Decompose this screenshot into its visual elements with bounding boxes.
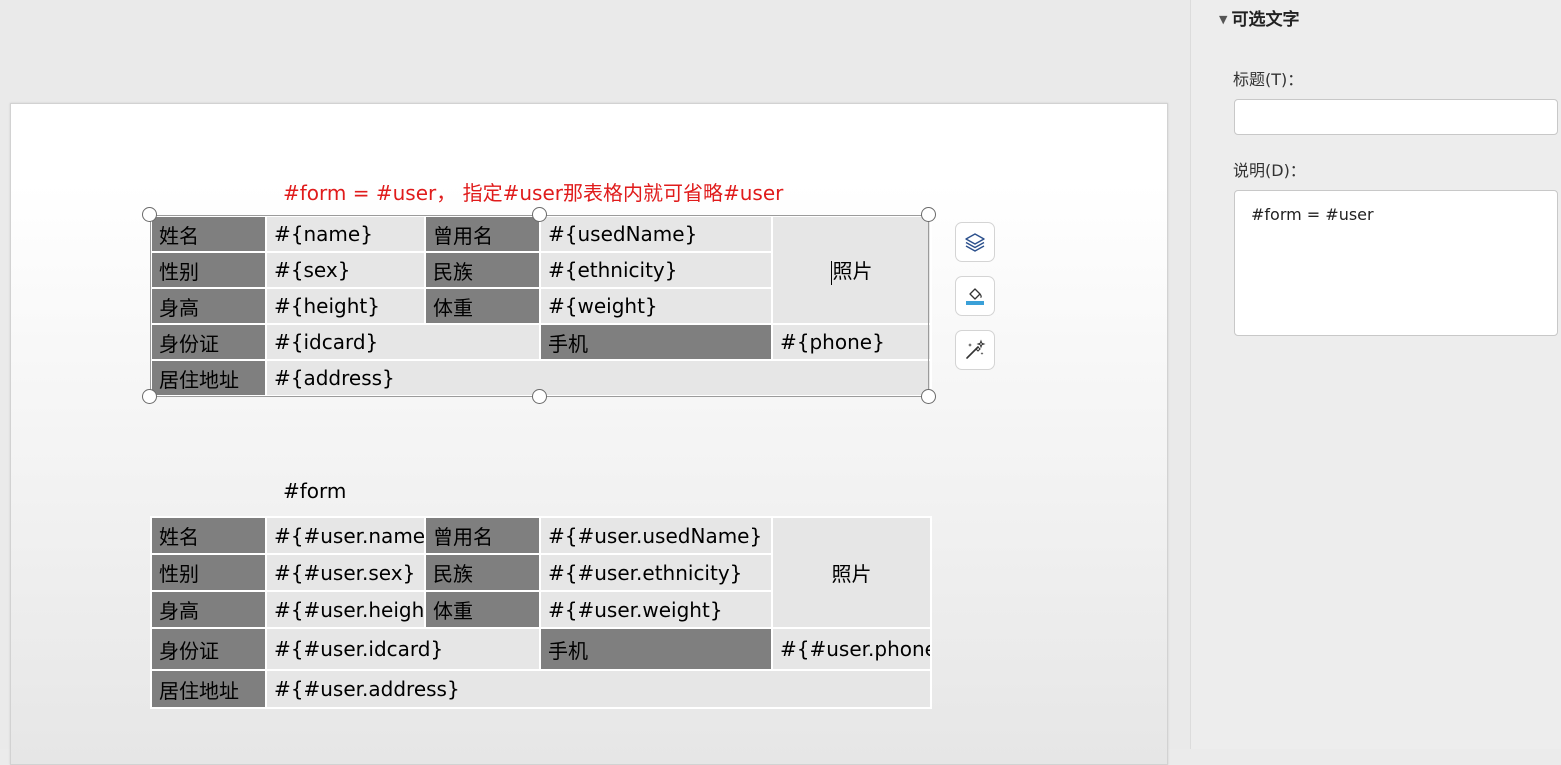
table-value-cell[interactable]: #{idcard} xyxy=(265,323,541,361)
description-textarea[interactable]: #form = #user xyxy=(1234,190,1558,336)
alt-text-panel: ▼ 可选文字 标题(T)： 说明(D)： #form = #user xyxy=(1190,0,1561,749)
document-canvas: #form = #user， 指定#user那表格内就可省略#user 姓名 #… xyxy=(0,0,1190,765)
table-value-cell[interactable]: #{#user.weight} xyxy=(539,590,773,629)
table-value-cell[interactable]: #{height} xyxy=(265,287,426,325)
table-value-cell[interactable]: #{#user.address} xyxy=(265,669,932,709)
table-label-cell[interactable]: 体重 xyxy=(424,287,541,325)
table-value-cell[interactable]: #{#user.sex} xyxy=(265,553,426,592)
table-label-cell[interactable]: 居住地址 xyxy=(150,359,267,397)
table-label-cell[interactable]: 体重 xyxy=(424,590,541,629)
table-value-cell[interactable]: #{ethnicity} xyxy=(539,251,773,289)
table-label-cell[interactable]: 居住地址 xyxy=(150,669,267,709)
user-form-table-selected[interactable]: 姓名 #{name} 曾用名 #{usedName} 照片 性别 #{sex} … xyxy=(150,215,932,397)
table-label-cell[interactable]: 身份证 xyxy=(150,627,267,671)
title-field-label: 标题(T)： xyxy=(1233,70,1304,89)
table-value-cell[interactable]: #{name} xyxy=(265,215,426,253)
table2-caption: #form xyxy=(283,479,347,503)
table-label-cell[interactable]: 曾用名 xyxy=(424,215,541,253)
resize-handle-bottom-right[interactable] xyxy=(921,389,936,404)
table-label-cell[interactable]: 手机 xyxy=(539,627,773,671)
table-label-cell[interactable]: 姓名 xyxy=(150,215,267,253)
table-value-cell[interactable]: #{#user.usedName} xyxy=(539,516,773,555)
table1-caption: #form = #user， 指定#user那表格内就可省略#user xyxy=(283,181,784,205)
description-field-label: 说明(D)： xyxy=(1233,161,1306,180)
resize-handle-top[interactable] xyxy=(532,207,547,222)
title-input[interactable] xyxy=(1234,99,1558,135)
resize-handle-bottom-left[interactable] xyxy=(142,389,157,404)
table-value-cell[interactable]: #{sex} xyxy=(265,251,426,289)
fill-color-icon xyxy=(966,288,984,305)
table-value-cell[interactable]: #{weight} xyxy=(539,287,773,325)
text-cursor xyxy=(830,260,832,285)
photo-cell[interactable]: 照片 xyxy=(771,215,932,325)
table-value-cell[interactable]: #{#user.idcard} xyxy=(265,627,541,671)
fill-color-button[interactable] xyxy=(955,276,995,316)
layout-options-button[interactable] xyxy=(955,222,995,262)
collapse-triangle-icon[interactable]: ▼ xyxy=(1219,13,1227,26)
photo-label: 照片 xyxy=(832,259,873,284)
table-label-cell[interactable]: 性别 xyxy=(150,251,267,289)
table-label-cell[interactable]: 身高 xyxy=(150,590,267,629)
table-value-cell[interactable]: #{address} xyxy=(265,359,932,397)
table-value-cell[interactable]: #{usedName} xyxy=(539,215,773,253)
photo-cell[interactable]: 照片 xyxy=(771,516,932,629)
magic-wand-icon xyxy=(966,339,986,359)
table-label-cell[interactable]: 性别 xyxy=(150,553,267,592)
table-label-cell[interactable]: 身份证 xyxy=(150,323,267,361)
table-value-cell[interactable]: #{#user.name} xyxy=(265,516,426,555)
layers-icon xyxy=(965,233,985,252)
table-label-cell[interactable]: 手机 xyxy=(539,323,773,361)
alt-text-section-header[interactable]: ▼ 可选文字 xyxy=(1219,5,1299,30)
resize-handle-top-right[interactable] xyxy=(921,207,936,222)
design-ideas-button[interactable] xyxy=(955,330,995,370)
table-label-cell[interactable]: 姓名 xyxy=(150,516,267,555)
table-value-cell[interactable]: #{#user.height} xyxy=(265,590,426,629)
table-value-cell[interactable]: #{#user.phone} xyxy=(771,627,932,671)
table-label-cell[interactable]: 民族 xyxy=(424,553,541,592)
table-label-cell[interactable]: 曾用名 xyxy=(424,516,541,555)
resize-handle-top-left[interactable] xyxy=(142,207,157,222)
table-label-cell[interactable]: 身高 xyxy=(150,287,267,325)
table-value-cell[interactable]: #{#user.ethnicity} xyxy=(539,553,773,592)
alt-text-section-title: 可选文字 xyxy=(1231,10,1300,30)
table-value-cell[interactable]: #{phone} xyxy=(771,323,932,361)
table-label-cell[interactable]: 民族 xyxy=(424,251,541,289)
user-form-table[interactable]: 姓名 #{#user.name} 曾用名 #{#user.usedName} 照… xyxy=(150,516,932,709)
resize-handle-bottom[interactable] xyxy=(532,389,547,404)
